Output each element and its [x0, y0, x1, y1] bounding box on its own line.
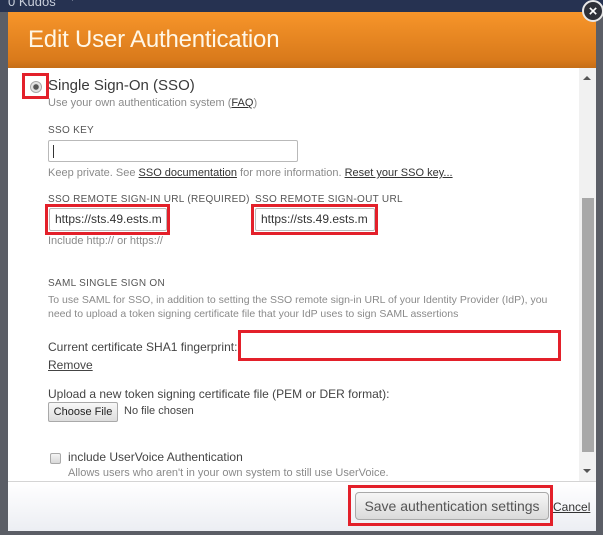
sso-key-help-text: Keep private. See [48, 167, 139, 179]
sso-description-text: Use your own authentication system ( [48, 97, 232, 109]
choose-file-button[interactable]: Choose File [48, 402, 118, 422]
sso-description-suffix: ) [253, 97, 258, 109]
sso-key-help-middle: for more information. [236, 167, 345, 179]
saml-description-line1: To use SAML for SSO, in addition to sett… [48, 294, 548, 306]
dialog-content: Single Sign-On (SSO) Use your own authen… [8, 68, 579, 481]
saml-description-line2: need to upload a token signing certifica… [48, 308, 459, 320]
uservoice-checkbox[interactable] [50, 453, 61, 464]
chevron-down-icon: ▾ [70, 0, 75, 4]
sign-out-url-input[interactable]: https://sts.49.ests.m [255, 208, 375, 231]
remove-certificate-link[interactable]: Remove [48, 358, 93, 372]
fingerprint-label: Current certificate SHA1 fingerprint: [48, 340, 238, 354]
faq-link[interactable]: FAQ [231, 97, 253, 109]
close-icon[interactable]: × [582, 0, 603, 22]
sso-key-input[interactable] [48, 140, 298, 162]
content-scrollbar[interactable] [579, 68, 596, 481]
sso-key-help: Keep private. See SSO documentation for … [48, 167, 453, 179]
background-app-bar: 0 Kudos ▾ [0, 0, 603, 12]
sign-in-url-input[interactable]: https://sts.49.ests.m [49, 208, 167, 231]
sign-in-url-help: Include http:// or https:// [48, 235, 163, 247]
text-caret [53, 145, 54, 158]
sso-documentation-link[interactable]: SSO documentation [139, 167, 237, 179]
sso-radio[interactable] [30, 81, 42, 93]
uservoice-checkbox-label: include UserVoice Authentication [68, 450, 243, 464]
edit-user-authentication-dialog: Edit User Authentication Single Sign-On … [8, 12, 596, 531]
upload-label: Upload a new token signing certificate f… [48, 387, 390, 401]
sso-description: Use your own authentication system (FAQ) [48, 97, 257, 109]
scrollbar-thumb[interactable] [582, 198, 594, 452]
file-status: No file chosen [124, 405, 194, 417]
dialog-header: Edit User Authentication [8, 12, 596, 68]
background-app-label: 0 Kudos [8, 0, 56, 9]
reset-sso-key-link[interactable]: Reset your SSO key... [345, 167, 453, 179]
dialog-title: Edit User Authentication [28, 26, 280, 53]
sso-option-label: Single Sign-On (SSO) [48, 77, 195, 94]
uservoice-description: Allows users who aren't in your own syst… [68, 467, 389, 479]
saml-heading: SAML SINGLE SIGN ON [48, 278, 166, 289]
highlight-fingerprint [238, 330, 561, 361]
scroll-down-arrow-icon[interactable] [583, 469, 591, 473]
save-authentication-settings-button[interactable]: Save authentication settings [355, 492, 549, 520]
sso-key-label: SSO KEY [48, 125, 95, 136]
cancel-link[interactable]: Cancel [553, 500, 590, 514]
scroll-up-arrow-icon[interactable] [583, 76, 591, 80]
dialog-footer: Save authentication settings Cancel [8, 481, 596, 531]
